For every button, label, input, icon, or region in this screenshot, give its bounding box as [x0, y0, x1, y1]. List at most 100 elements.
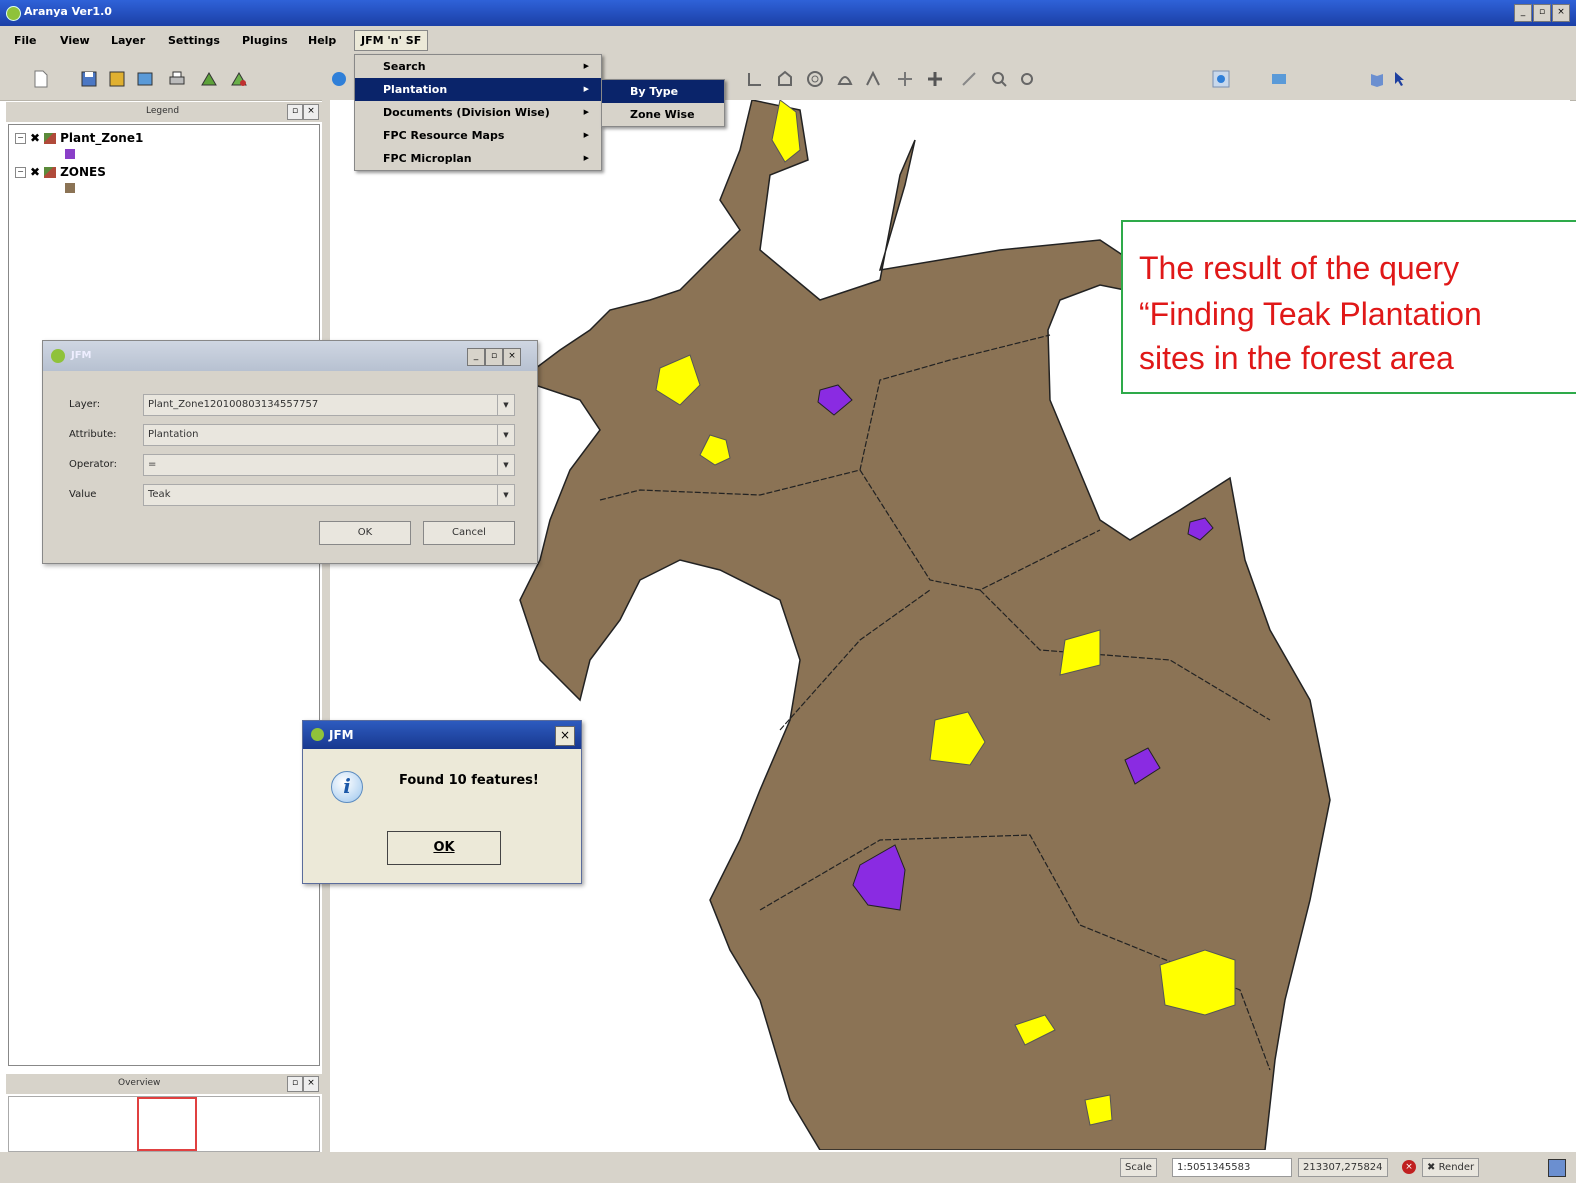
close-button[interactable]: ×: [1552, 4, 1570, 22]
menu-layer[interactable]: Layer: [111, 34, 145, 47]
overview-title: Overview: [118, 1078, 161, 1088]
capture-line-icon[interactable]: [746, 70, 764, 88]
annotation-line-2: “Finding Teak Plantation: [1139, 296, 1482, 332]
book-icon[interactable]: [1368, 70, 1386, 88]
layer-visible-checkbox[interactable]: ✖: [30, 131, 40, 145]
menu-view[interactable]: View: [60, 34, 90, 47]
island-icon[interactable]: [836, 70, 854, 88]
layer-name: ZONES: [60, 165, 106, 179]
operator-select[interactable]: = ▼: [143, 454, 515, 476]
stop-render-icon[interactable]: ×: [1402, 1160, 1416, 1174]
ring-icon[interactable]: [806, 70, 824, 88]
dropdown-arrow-icon[interactable]: ▼: [497, 455, 514, 475]
whats-this-icon[interactable]: [1392, 70, 1410, 88]
menu-bar: File View Layer Settings Plugins Help JF…: [0, 26, 1576, 57]
delete-vertex-icon[interactable]: [960, 70, 978, 88]
submenu-arrow-icon: ▶: [583, 108, 589, 116]
minimize-button[interactable]: _: [467, 348, 485, 366]
pan-icon[interactable]: [1212, 70, 1230, 88]
info-icon: i: [331, 771, 363, 803]
scale-label: Scale: [1120, 1158, 1157, 1177]
float-panel-icon[interactable]: ▫: [287, 1076, 303, 1092]
legend-title: Legend: [146, 106, 180, 116]
dropdown-arrow-icon[interactable]: ▼: [497, 395, 514, 415]
menu-item-plantation[interactable]: Plantation ▶: [355, 78, 601, 101]
layer-label: Layer:: [69, 399, 101, 410]
layer-select[interactable]: Plant_Zone120100803134557757 ▼: [143, 394, 515, 416]
query-dialog-titlebar[interactable]: JFM _ ▫ ×: [43, 341, 537, 371]
split-features-icon[interactable]: [864, 70, 882, 88]
cancel-button[interactable]: Cancel: [423, 521, 515, 545]
print-icon[interactable]: [168, 70, 186, 88]
layer-icon: [44, 166, 57, 178]
close-panel-icon[interactable]: ×: [303, 104, 319, 120]
panel-splitter[interactable]: [322, 100, 330, 1160]
menu-file[interactable]: File: [14, 34, 37, 47]
annotation-line-1: The result of the query: [1139, 250, 1460, 286]
menu-settings[interactable]: Settings: [168, 34, 220, 47]
add-layer-icon[interactable]: [330, 70, 348, 88]
minimize-button[interactable]: _: [1514, 4, 1532, 22]
dropdown-arrow-icon[interactable]: ▼: [497, 485, 514, 505]
save-as-icon[interactable]: [108, 70, 126, 88]
float-panel-icon[interactable]: ▫: [287, 104, 303, 120]
menu-item-fpc-microplan[interactable]: FPC Microplan ▶: [355, 147, 601, 170]
app-icon: [6, 6, 21, 21]
ok-button[interactable]: OK: [319, 521, 411, 545]
legend-layer-plant-zone[interactable]: − ✖ Plant_Zone1: [15, 131, 143, 145]
attribute-select[interactable]: Plantation ▼: [143, 424, 515, 446]
capture-polygon-icon[interactable]: [776, 70, 794, 88]
menu-help[interactable]: Help: [308, 34, 336, 47]
close-button[interactable]: ×: [555, 726, 575, 746]
collapse-icon[interactable]: −: [15, 166, 26, 178]
legend-layer-zones[interactable]: − ✖ ZONES: [15, 165, 106, 179]
submenu-item-by-type[interactable]: By Type: [602, 80, 724, 103]
menu-jfm[interactable]: JFM 'n' SF: [354, 30, 429, 51]
new-project-icon[interactable]: [32, 70, 50, 88]
overview-header: Overview ▫ ×: [6, 1074, 322, 1094]
submenu-arrow-icon: ▶: [583, 62, 589, 70]
result-message: Found 10 features!: [399, 773, 539, 788]
move-vertex-icon[interactable]: [896, 70, 914, 88]
target-icon[interactable]: [1018, 70, 1036, 88]
layer-visible-checkbox[interactable]: ✖: [30, 165, 40, 179]
ok-button[interactable]: OK: [387, 831, 501, 865]
layer-symbol-swatch: [65, 149, 75, 159]
attribute-label: Attribute:: [69, 429, 117, 440]
legend-tree: − ✖ Plant_Zone1 − ✖ ZONES: [8, 124, 320, 1066]
menu-item-fpc-resource-maps[interactable]: FPC Resource Maps ▶: [355, 124, 601, 147]
add-raster-layer-icon[interactable]: [230, 70, 248, 88]
zoom-icon[interactable]: [990, 70, 1008, 88]
menu-plugins[interactable]: Plugins: [242, 34, 288, 47]
scale-input[interactable]: 1:5051345583: [1172, 1158, 1292, 1177]
image-icon[interactable]: [136, 70, 154, 88]
collapse-icon[interactable]: −: [15, 132, 26, 144]
submenu-item-zone-wise[interactable]: Zone Wise: [602, 103, 724, 126]
dropdown-arrow-icon[interactable]: ▼: [497, 425, 514, 445]
jfm-dropdown-menu: Search ▶ Plantation ▶ Documents (Division …: [354, 54, 602, 171]
restore-button[interactable]: ▫: [1533, 4, 1551, 22]
value-label: Value: [69, 489, 97, 500]
teak-plantation-polygon[interactable]: [1084, 1094, 1113, 1126]
value-select[interactable]: Teak ▼: [143, 484, 515, 506]
render-toggle[interactable]: ✖ Render: [1422, 1158, 1480, 1177]
render-label: Render: [1438, 1162, 1475, 1173]
projection-icon[interactable]: [1548, 1159, 1566, 1177]
restore-button[interactable]: ▫: [485, 348, 503, 366]
overview-extent-rect[interactable]: [137, 1097, 197, 1151]
menu-item-search[interactable]: Search ▶: [355, 55, 601, 78]
submenu-arrow-icon: ▶: [583, 85, 589, 93]
close-button[interactable]: ×: [503, 348, 521, 366]
result-dialog: JFM × i Found 10 features! OK: [302, 720, 582, 884]
close-panel-icon[interactable]: ×: [303, 1076, 319, 1092]
layer-symbol-swatch: [65, 183, 75, 193]
save-icon[interactable]: [80, 70, 98, 88]
map-tips-icon[interactable]: [1270, 70, 1288, 88]
add-vector-layer-icon[interactable]: [200, 70, 218, 88]
result-dialog-titlebar[interactable]: JFM ×: [303, 721, 581, 749]
plantation-submenu: By Type Zone Wise: [601, 79, 725, 127]
operator-label: Operator:: [69, 459, 117, 470]
add-vertex-icon[interactable]: [926, 70, 944, 88]
query-dialog: JFM _ ▫ × Layer: Plant_Zone1201008031345…: [42, 340, 538, 564]
menu-item-documents[interactable]: Documents (Division Wise) ▶: [355, 101, 601, 124]
